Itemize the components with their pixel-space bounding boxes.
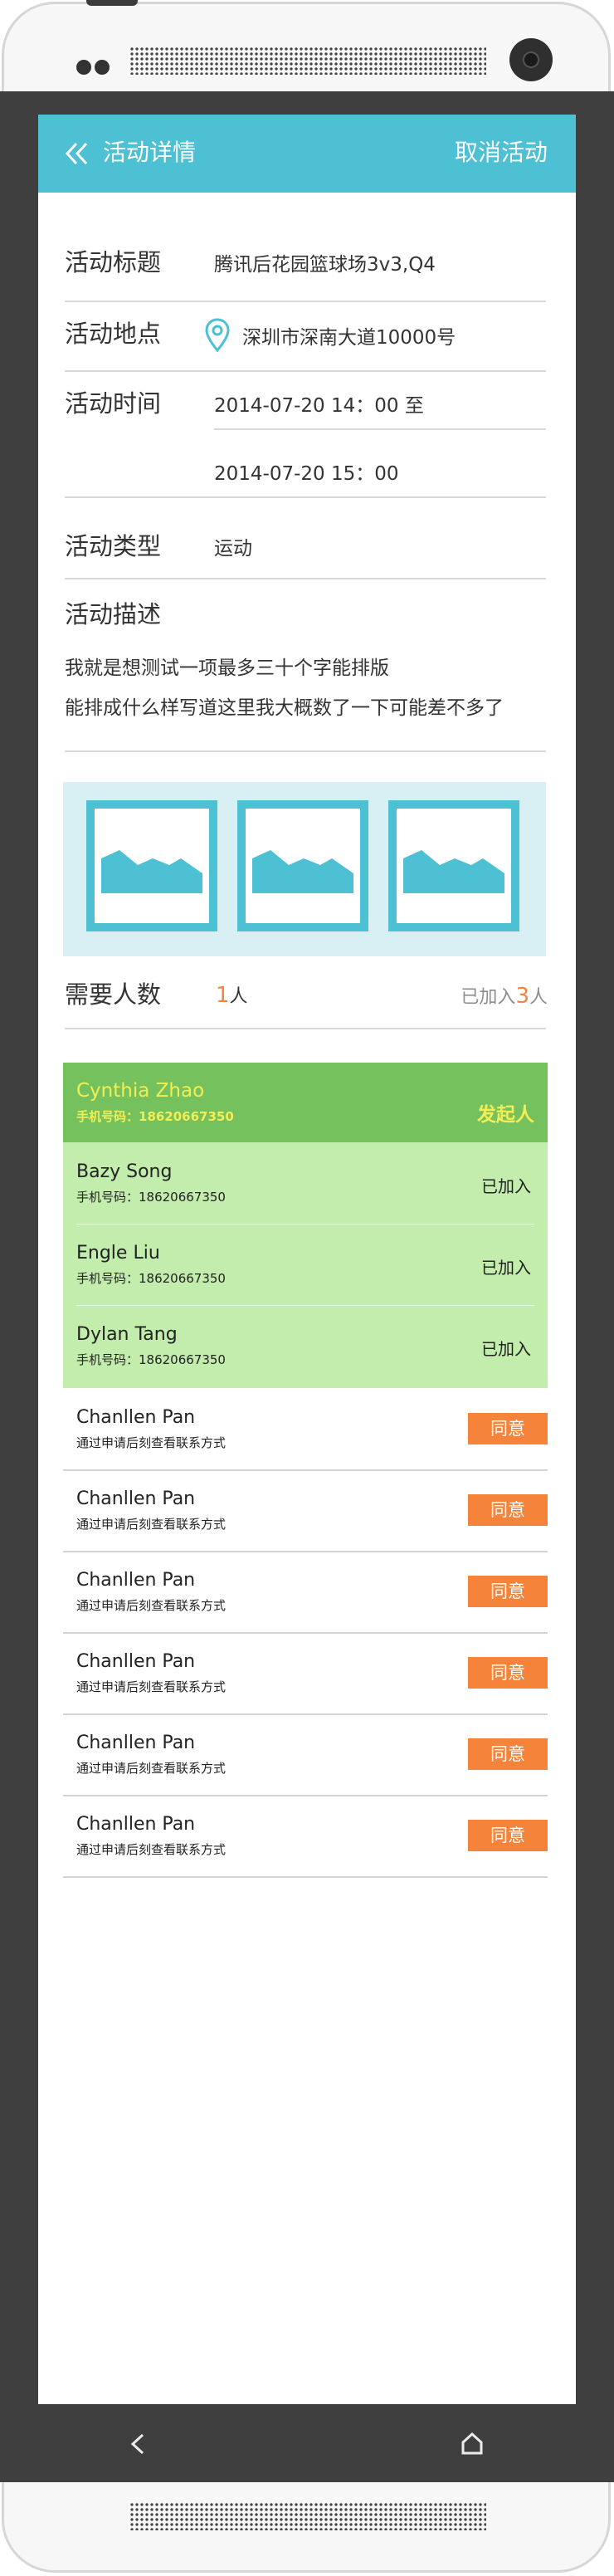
requester-note: 通过申请后刻查看联系方式 bbox=[76, 1517, 227, 1532]
requester-name: Chanllen Pan bbox=[76, 1814, 196, 1835]
member-row: Engle Liu 手机号码：18620667350 已加入 bbox=[63, 1224, 548, 1305]
member-status: 已加入 bbox=[481, 1176, 531, 1196]
sensor-dot bbox=[95, 60, 110, 75]
requester-name: Chanllen Pan bbox=[76, 1651, 196, 1672]
requester-name: Chanllen Pan bbox=[76, 1733, 196, 1753]
divider bbox=[65, 750, 546, 752]
request-row: Chanllen Pan 通过申请后刻查看联系方式 同意 bbox=[63, 1795, 548, 1876]
joined-count-unit: 人 bbox=[529, 987, 548, 1008]
earpiece-speaker bbox=[129, 46, 486, 75]
divider bbox=[65, 1028, 546, 1029]
page-title: 活动详情 bbox=[103, 139, 197, 166]
app-header: 活动详情 取消活动 bbox=[38, 115, 576, 193]
image-placeholder-icon bbox=[252, 850, 353, 893]
image-placeholder-icon bbox=[101, 850, 202, 893]
need-count-label: 需要人数 bbox=[65, 980, 162, 1009]
home-icon[interactable] bbox=[460, 2431, 485, 2456]
requester-name: Chanllen Pan bbox=[76, 1570, 196, 1591]
time-end-value: 2014-07-20 15：00 bbox=[214, 463, 399, 485]
member-name: Engle Liu bbox=[76, 1243, 160, 1264]
divider bbox=[65, 301, 546, 302]
cancel-activity-button[interactable]: 取消活动 bbox=[455, 138, 548, 168]
description-label: 活动描述 bbox=[65, 600, 162, 628]
request-row: Chanllen Pan 通过申请后刻查看联系方式 同意 bbox=[63, 1388, 548, 1469]
requester-note: 通过申请后刻查看联系方式 bbox=[76, 1598, 227, 1613]
organizer-name: Cynthia Zhao bbox=[76, 1080, 205, 1102]
agree-button[interactable]: 同意 bbox=[468, 1820, 548, 1851]
image-placeholder-icon bbox=[403, 850, 504, 893]
location-value: 深圳市深南大道10000号 bbox=[242, 327, 456, 349]
time-label: 活动时间 bbox=[65, 389, 162, 418]
power-button bbox=[86, 0, 138, 6]
title-label: 活动标题 bbox=[65, 248, 162, 276]
bottom-speaker bbox=[129, 2502, 486, 2530]
agree-button[interactable]: 同意 bbox=[468, 1576, 548, 1607]
joined-members: Bazy Song 手机号码：18620667350 已加入 Engle Liu… bbox=[63, 1142, 548, 1388]
agree-button[interactable]: 同意 bbox=[468, 1738, 548, 1770]
request-row: Chanllen Pan 通过申请后刻查看联系方式 同意 bbox=[63, 1551, 548, 1632]
divider bbox=[65, 578, 546, 579]
image-thumbnail[interactable] bbox=[388, 800, 519, 931]
divider bbox=[63, 1876, 548, 1878]
member-phone: 手机号码：18620667350 bbox=[76, 1190, 226, 1205]
app-screen: 活动详情 取消活动 活动标题 腾讯后花园篮球场3v3,Q4 活动地点 深圳市深南… bbox=[38, 115, 576, 2404]
sensor-dot bbox=[76, 60, 91, 75]
member-phone: 手机号码：18620667350 bbox=[76, 1352, 226, 1367]
divider bbox=[65, 496, 546, 498]
image-thumbnail[interactable] bbox=[86, 800, 217, 931]
back-arrow-icon[interactable] bbox=[128, 2432, 149, 2456]
requester-note: 通过申请后刻查看联系方式 bbox=[76, 1842, 227, 1857]
front-camera bbox=[509, 38, 553, 81]
member-status: 已加入 bbox=[481, 1339, 531, 1359]
need-count-unit: 人 bbox=[229, 986, 248, 1007]
requester-name: Chanllen Pan bbox=[76, 1488, 196, 1509]
divider bbox=[214, 428, 546, 430]
time-start-value: 2014-07-20 14：00 至 bbox=[214, 395, 424, 417]
type-label: 活动类型 bbox=[65, 532, 162, 560]
member-status: 已加入 bbox=[481, 1258, 531, 1278]
type-value: 运动 bbox=[214, 538, 252, 560]
member-row: Dylan Tang 手机号码：18620667350 已加入 bbox=[63, 1305, 548, 1386]
description-line-1: 我就是想测试一项最多三十个字能排版 bbox=[65, 657, 389, 679]
member-phone: 手机号码：18620667350 bbox=[76, 1271, 226, 1286]
double-chevron-left-icon[interactable] bbox=[63, 141, 91, 166]
request-row: Chanllen Pan 通过申请后刻查看联系方式 同意 bbox=[63, 1713, 548, 1795]
description-line-2: 能排成什么样写道这里我大概数了一下可能差不多了 bbox=[65, 697, 504, 719]
request-row: Chanllen Pan 通过申请后刻查看联系方式 同意 bbox=[63, 1469, 548, 1551]
agree-button[interactable]: 同意 bbox=[468, 1657, 548, 1689]
organizer-phone: 手机号码：18620667350 bbox=[76, 1109, 234, 1124]
image-thumbnail[interactable] bbox=[237, 800, 368, 931]
agree-button[interactable]: 同意 bbox=[468, 1494, 548, 1526]
member-name: Dylan Tang bbox=[76, 1324, 178, 1345]
requester-note: 通过申请后刻查看联系方式 bbox=[76, 1435, 227, 1450]
image-gallery bbox=[63, 782, 546, 956]
agree-button[interactable]: 同意 bbox=[468, 1413, 548, 1444]
joined-count-number: 3 bbox=[515, 984, 529, 1009]
requester-note: 通过申请后刻查看联系方式 bbox=[76, 1679, 227, 1694]
map-pin-icon bbox=[205, 318, 230, 353]
location-label: 活动地点 bbox=[65, 320, 162, 348]
requester-note: 通过申请后刻查看联系方式 bbox=[76, 1761, 227, 1776]
requester-name: Chanllen Pan bbox=[76, 1407, 196, 1428]
member-name: Bazy Song bbox=[76, 1161, 173, 1182]
need-count: 1人 bbox=[216, 981, 248, 1011]
organizer-badge: 发起人 bbox=[477, 1104, 534, 1126]
joined-count-prefix: 已加入 bbox=[460, 987, 516, 1008]
joined-count: 已加入3人 bbox=[460, 983, 548, 1011]
member-row: Bazy Song 手机号码：18620667350 已加入 bbox=[63, 1142, 548, 1224]
divider bbox=[65, 370, 546, 372]
request-row: Chanllen Pan 通过申请后刻查看联系方式 同意 bbox=[63, 1632, 548, 1713]
need-count-number: 1 bbox=[216, 983, 230, 1008]
system-navigation-bar bbox=[0, 2404, 614, 2482]
organizer-row: Cynthia Zhao 手机号码：18620667350 发起人 bbox=[63, 1063, 548, 1142]
title-value: 腾讯后花园篮球场3v3,Q4 bbox=[214, 254, 436, 276]
